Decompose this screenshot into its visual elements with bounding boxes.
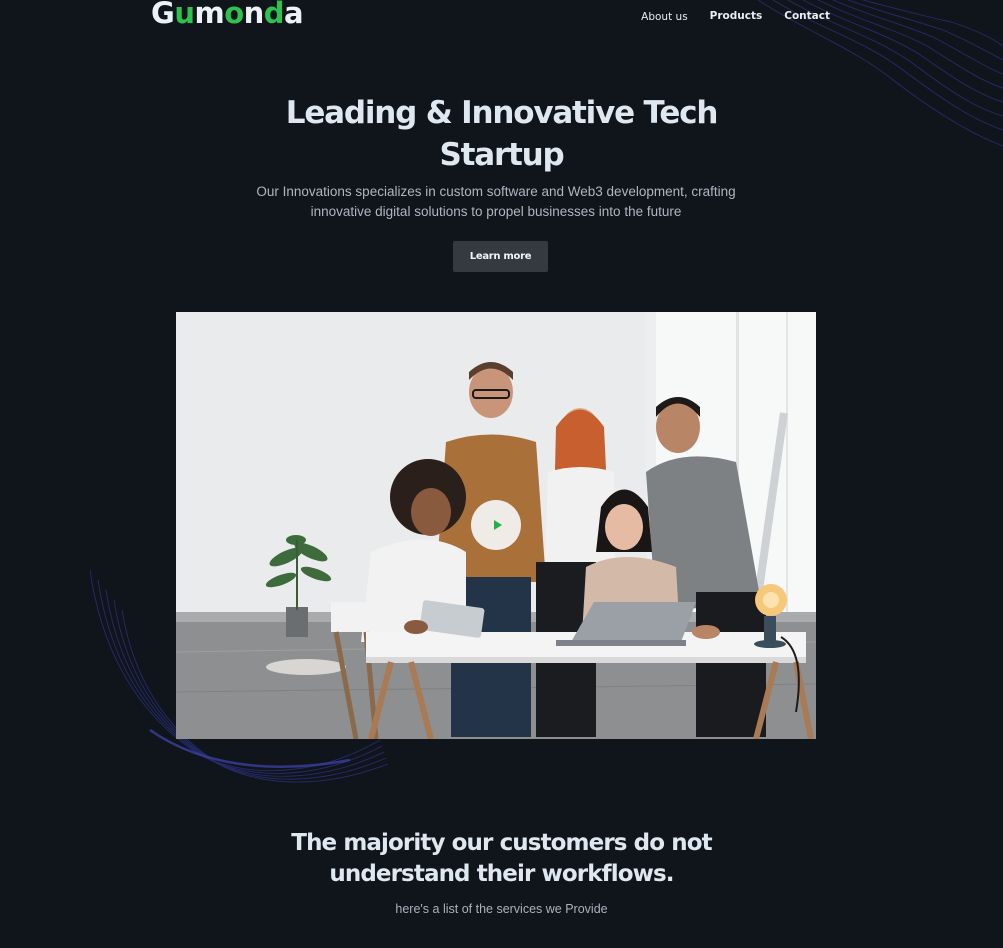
hero-title: Leading & Innovative Tech Startup xyxy=(0,92,1003,176)
logo-letter: n xyxy=(243,0,265,30)
hero-title-line: Startup xyxy=(439,137,564,173)
section-subtitle: here's a list of the services we Provide xyxy=(395,902,608,916)
team-video[interactable] xyxy=(176,312,816,739)
section-title-line: The majority our customers do not xyxy=(291,830,712,856)
logo-letter: a xyxy=(284,0,304,30)
page: Gumonda About us Products Contact Leadin… xyxy=(0,0,1003,948)
logo-letter: G xyxy=(151,0,175,30)
logo[interactable]: Gumonda xyxy=(151,0,304,30)
hero-subtitle: Our Innovations specializes in custom so… xyxy=(251,182,741,222)
hero-subtitle-line: Our Innovations specializes in custom so… xyxy=(256,184,736,199)
hero-subtitle-line: innovative digital solutions to propel b… xyxy=(310,204,682,219)
nav-about-us[interactable]: About us xyxy=(641,11,688,23)
section-title: The majority our customers do not unders… xyxy=(0,828,1003,890)
nav-contact[interactable]: Contact xyxy=(784,10,830,22)
logo-letter: d xyxy=(263,0,285,30)
nav-products[interactable]: Products xyxy=(710,10,763,22)
logo-letter: m xyxy=(194,0,225,30)
logo-letter: u xyxy=(174,0,195,30)
header: Gumonda About us Products Contact xyxy=(0,0,1003,34)
hero-title-line: Leading & Innovative Tech xyxy=(285,95,719,131)
logo-letter: o xyxy=(224,0,244,30)
main-nav: About us Products Contact xyxy=(641,10,830,23)
play-button[interactable] xyxy=(471,500,521,550)
learn-more-button[interactable]: Learn more xyxy=(453,241,548,272)
play-icon xyxy=(493,520,502,530)
section-title-line: understand their workflows. xyxy=(329,861,674,887)
